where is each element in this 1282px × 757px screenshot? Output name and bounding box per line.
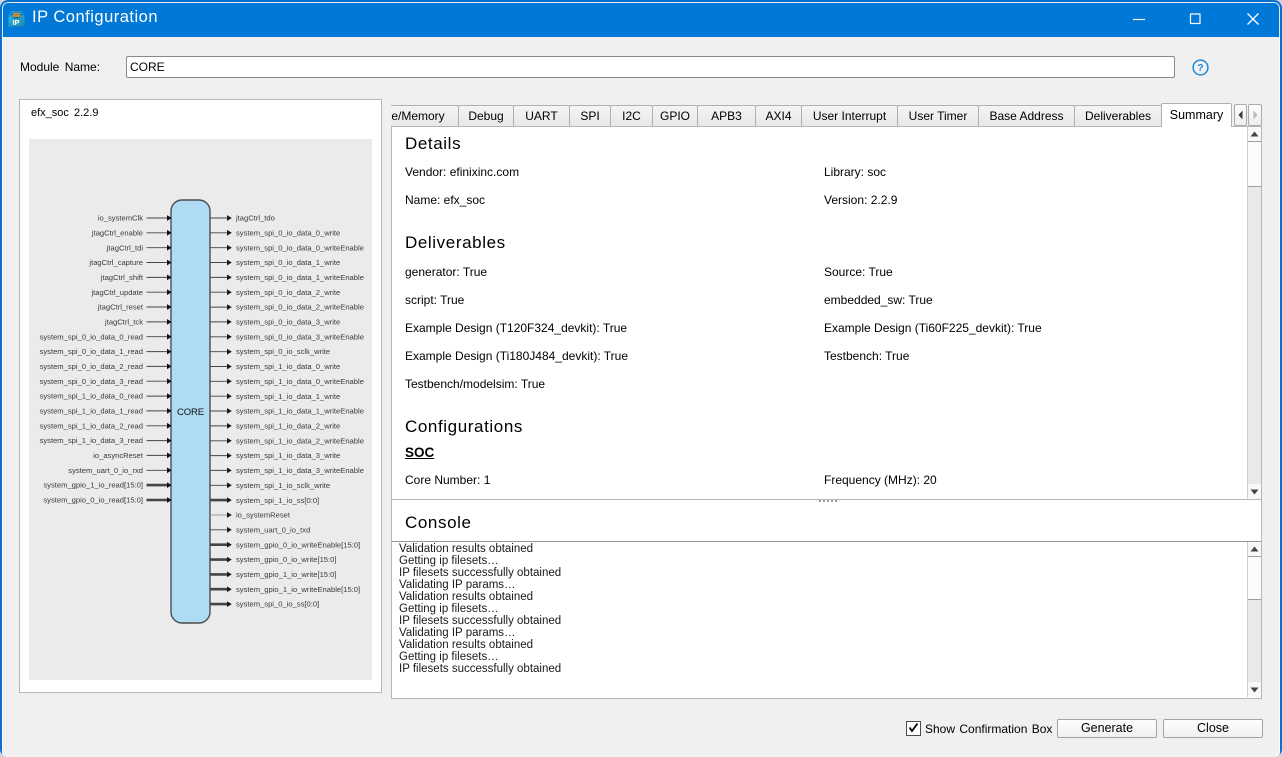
svg-text:?: ? <box>1197 62 1203 74</box>
svg-text:CORE: CORE <box>177 407 204 418</box>
svg-text:system_spi_0_io_data_3_write: system_spi_0_io_data_3_write <box>236 318 340 327</box>
svg-text:jtagCtrl_tdi: jtagCtrl_tdi <box>106 243 144 252</box>
svg-text:system_spi_0_io_data_1_writeEn: system_spi_0_io_data_1_writeEnable <box>236 273 364 282</box>
svg-text:jtagCtrl_reset: jtagCtrl_reset <box>97 303 144 312</box>
svg-text:system_spi_0_io_data_1_read: system_spi_0_io_data_1_read <box>40 347 143 356</box>
svg-text:system_spi_0_io_ss[0:0]: system_spi_0_io_ss[0:0] <box>236 600 319 609</box>
svg-text:IP: IP <box>13 18 20 27</box>
svg-text:system_gpio_1_io_read[15:0]: system_gpio_1_io_read[15:0] <box>43 481 143 490</box>
svg-text:system_spi_1_io_data_3_write: system_spi_1_io_data_3_write <box>236 451 340 460</box>
svg-text:system_gpio_1_io_writeEnable[1: system_gpio_1_io_writeEnable[15:0] <box>236 585 360 594</box>
svg-text:jtagCtrl_shift: jtagCtrl_shift <box>100 273 144 282</box>
svg-text:io_systemClk: io_systemClk <box>98 214 143 223</box>
svg-text:io_systemReset: io_systemReset <box>236 511 291 520</box>
svg-text:system_spi_0_io_data_2_writeEn: system_spi_0_io_data_2_writeEnable <box>236 303 364 312</box>
svg-text:system_spi_1_io_data_1_writeEn: system_spi_1_io_data_1_writeEnable <box>236 407 364 416</box>
svg-text:system_spi_1_io_data_2_read: system_spi_1_io_data_2_read <box>40 421 143 430</box>
svg-text:system_spi_1_io_data_0_write: system_spi_1_io_data_0_write <box>236 362 340 371</box>
svg-text:system_spi_1_io_ss[0:0]: system_spi_1_io_ss[0:0] <box>236 496 319 505</box>
svg-text:system_spi_1_io_data_1_read: system_spi_1_io_data_1_read <box>40 407 143 416</box>
svg-text:system_spi_0_io_sclk_write: system_spi_0_io_sclk_write <box>236 347 330 356</box>
svg-text:system_uart_0_io_txd: system_uart_0_io_txd <box>236 525 310 534</box>
svg-text:system_spi_0_io_data_0_writeEn: system_spi_0_io_data_0_writeEnable <box>236 243 364 252</box>
svg-text:jtagCtrl_update: jtagCtrl_update <box>90 288 143 297</box>
svg-text:system_spi_1_io_data_0_read: system_spi_1_io_data_0_read <box>40 392 143 401</box>
svg-text:system_spi_0_io_data_3_writeEn: system_spi_0_io_data_3_writeEnable <box>236 332 364 341</box>
svg-text:system_spi_1_io_data_3_read: system_spi_1_io_data_3_read <box>40 436 143 445</box>
svg-text:system_gpio_0_io_read[15:0]: system_gpio_0_io_read[15:0] <box>43 496 143 505</box>
svg-text:system_spi_1_io_data_2_write: system_spi_1_io_data_2_write <box>236 422 340 431</box>
svg-text:system_spi_0_io_data_2_read: system_spi_0_io_data_2_read <box>40 362 143 371</box>
svg-text:system_spi_1_io_data_3_writeEn: system_spi_1_io_data_3_writeEnable <box>236 466 364 475</box>
svg-text:system_spi_0_io_data_3_read: system_spi_0_io_data_3_read <box>40 377 143 386</box>
svg-text:system_uart_0_io_rxd: system_uart_0_io_rxd <box>68 466 143 475</box>
svg-text:system_gpio_0_io_writeEnable[1: system_gpio_0_io_writeEnable[15:0] <box>236 540 360 549</box>
svg-text:system_spi_0_io_data_1_write: system_spi_0_io_data_1_write <box>236 258 340 267</box>
svg-text:system_spi_1_io_data_2_writeEn: system_spi_1_io_data_2_writeEnable <box>236 436 364 445</box>
svg-text:system_spi_0_io_data_2_write: system_spi_0_io_data_2_write <box>236 288 340 297</box>
svg-text:system_spi_1_io_data_1_write: system_spi_1_io_data_1_write <box>236 392 340 401</box>
svg-text:system_spi_1_io_sclk_write: system_spi_1_io_sclk_write <box>236 481 330 490</box>
svg-text:io_asyncReset: io_asyncReset <box>93 451 144 460</box>
svg-text:system_spi_1_io_data_0_writeEn: system_spi_1_io_data_0_writeEnable <box>236 377 364 386</box>
svg-text:system_gpio_0_io_write[15:0]: system_gpio_0_io_write[15:0] <box>236 555 336 564</box>
svg-text:system_spi_0_io_data_0_read: system_spi_0_io_data_0_read <box>40 332 143 341</box>
svg-text:system_spi_0_io_data_0_write: system_spi_0_io_data_0_write <box>236 228 340 237</box>
svg-text:jtagCtrl_capture: jtagCtrl_capture <box>88 258 143 267</box>
svg-text:jtagCtrl_enable: jtagCtrl_enable <box>91 228 143 237</box>
svg-text:system_gpio_1_io_write[15:0]: system_gpio_1_io_write[15:0] <box>236 570 336 579</box>
svg-text:jtagCtrl_tck: jtagCtrl_tck <box>104 318 143 327</box>
svg-text:jtagCtrl_tdo: jtagCtrl_tdo <box>235 214 275 223</box>
